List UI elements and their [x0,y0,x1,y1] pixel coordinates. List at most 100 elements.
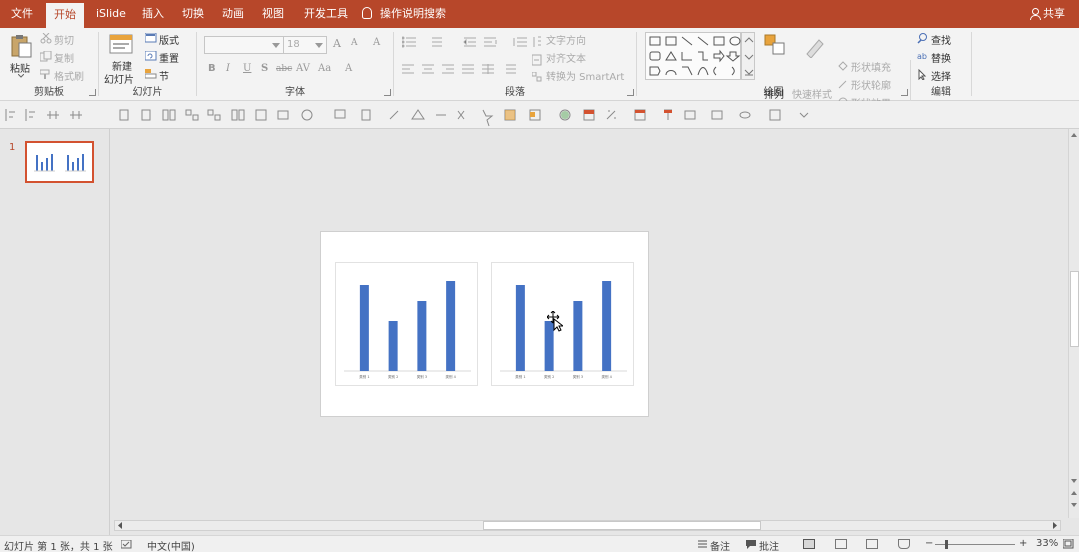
new-slide-icon[interactable] [109,32,133,56]
replace-button[interactable]: 替换 [931,50,951,65]
paragraph-launcher-icon[interactable] [627,89,634,96]
reset-button[interactable]: 重置 [159,50,179,65]
previous-slide-icon[interactable] [1071,491,1077,495]
slide-sorter-view-icon[interactable] [835,539,847,549]
normal-view-icon[interactable] [803,539,815,549]
tab-transitions[interactable]: 切换 [174,0,212,28]
text-direction-button[interactable]: 文字方向 [546,32,586,47]
copy-button[interactable]: 复制 [54,50,74,65]
clear-format-button[interactable]: A [373,37,380,48]
align-toolbar-icons[interactable] [0,101,820,129]
clipboard-launcher-icon[interactable] [89,89,96,96]
scroll-right-icon[interactable] [1052,522,1058,529]
zoom-in-button[interactable]: + [1019,538,1027,549]
paste-button[interactable]: 粘贴 [10,60,30,75]
shape-outline-button[interactable]: 形状轮廓 [851,77,891,92]
share-button[interactable]: 共享 [1030,0,1065,28]
zoom-level[interactable]: 33% [1036,538,1058,549]
next-slide-icon[interactable] [1071,503,1077,507]
slideshow-view-icon[interactable] [898,539,910,549]
x-tick-label: 类别 3 [573,374,583,379]
slide-thumbnail[interactable] [25,141,94,183]
bold-button[interactable]: B [208,63,216,74]
vertical-scrollbar[interactable] [1068,129,1079,518]
horizontal-scroll-track[interactable] [114,520,1061,531]
group-slides: 新建 幻灯片 版式 重置 节 幻灯片 [99,28,196,100]
scroll-left-icon[interactable] [117,522,123,529]
shrink-font-button[interactable]: A [351,38,358,48]
reading-view-icon[interactable] [866,539,878,549]
italic-button[interactable]: I [226,63,230,74]
tab-insert[interactable]: 插入 [134,0,172,28]
paragraph-group-label: 段落 [505,87,525,98]
chart-bar[interactable] [602,281,612,371]
chart-bar[interactable] [388,321,398,371]
cut-button[interactable]: 剪切 [54,32,74,47]
chart-bar[interactable] [359,285,369,371]
shadow-button[interactable]: S [261,63,268,74]
font-color-button[interactable]: A [345,63,352,74]
select-button[interactable]: 选择 [931,68,951,83]
arrange-icon[interactable] [764,34,786,56]
x-tick-label: 类别 4 [601,374,612,379]
tab-animations[interactable]: 动画 [214,0,252,28]
font-name-combo[interactable] [204,36,284,54]
slide-canvas[interactable]: 类别 1 类别 2 类别 3 类别 4 类别 1 类别 2 类别 3 类别 4 [320,231,649,417]
shape-fill-icon [838,61,848,71]
spellcheck-icon[interactable] [121,540,133,550]
tab-developer[interactable]: 开发工具 [296,0,356,28]
notes-button[interactable]: 备注 [710,538,730,552]
chart-bar[interactable] [515,285,525,371]
find-button[interactable]: 查找 [931,32,951,47]
fit-to-window-icon[interactable] [1063,539,1074,549]
chart-bar[interactable] [446,281,456,371]
vertical-scroll-thumb[interactable] [1070,271,1079,347]
share-label: 共享 [1043,7,1065,20]
tell-me-search[interactable]: 操作说明搜索 [362,0,446,28]
tab-islide[interactable]: iSlide [88,0,134,28]
format-painter-button[interactable]: 格式刷 [54,68,84,83]
chevron-down-icon[interactable] [18,74,24,78]
underline-button[interactable]: U [243,63,251,74]
paste-icon[interactable] [9,33,33,59]
slide-editor: 类别 1 类别 2 类别 3 类别 4 类别 1 类别 2 类别 3 类别 4 [111,129,1068,518]
x-tick-label: 类别 4 [445,374,456,379]
horizontal-scroll-thumb[interactable] [483,521,761,530]
shape-fill-button[interactable]: 形状填充 [851,59,891,74]
change-case-button[interactable]: Aa [318,63,331,74]
tab-home[interactable]: 开始 [46,3,84,28]
shapes-gallery[interactable] [645,32,741,80]
shapes-gallery-scroll[interactable] [741,32,755,80]
font-launcher-icon[interactable] [384,89,391,96]
quick-styles-button[interactable]: 快速样式 [792,86,832,101]
text-direction-icon [533,36,541,47]
strikethrough-button[interactable]: abc [276,64,292,74]
layout-button[interactable]: 版式 [159,32,179,47]
section-button[interactable]: 节 [159,68,169,83]
scroll-up-icon[interactable] [1071,133,1077,137]
x-tick-label: 类别 2 [388,374,398,379]
font-group-label: 字体 [285,87,305,98]
language-indicator[interactable]: 中文(中国) [147,538,195,552]
convert-smartart-button[interactable]: 转换为 SmartArt [546,68,624,83]
align-text-button[interactable]: 对齐文本 [546,50,586,65]
scroll-down-icon[interactable] [1071,479,1077,483]
tab-view[interactable]: 视图 [254,0,292,28]
grow-font-button[interactable]: A [333,37,341,50]
chart-bar[interactable] [573,301,583,371]
chart-bar[interactable] [417,301,427,371]
zoom-slider-thumb[interactable] [945,540,948,549]
slides-group-label: 幻灯片 [132,87,163,98]
char-spacing-button[interactable]: AV [296,63,310,74]
drawing-launcher-icon[interactable] [901,89,908,96]
zoom-out-button[interactable]: − [925,538,933,549]
chart-left[interactable]: 类别 1 类别 2 类别 3 类别 4 [335,262,478,386]
quick-styles-icon[interactable] [803,34,827,58]
list-buttons-icon[interactable] [402,36,532,48]
font-size-combo[interactable]: 18 [283,36,327,54]
horizontal-scrollbar[interactable] [111,518,1068,534]
comments-button[interactable]: 批注 [759,538,779,552]
tab-file[interactable]: 文件 [3,0,41,28]
alignment-buttons-icon[interactable] [402,64,522,74]
arrange-button[interactable]: 排列 [764,86,784,101]
